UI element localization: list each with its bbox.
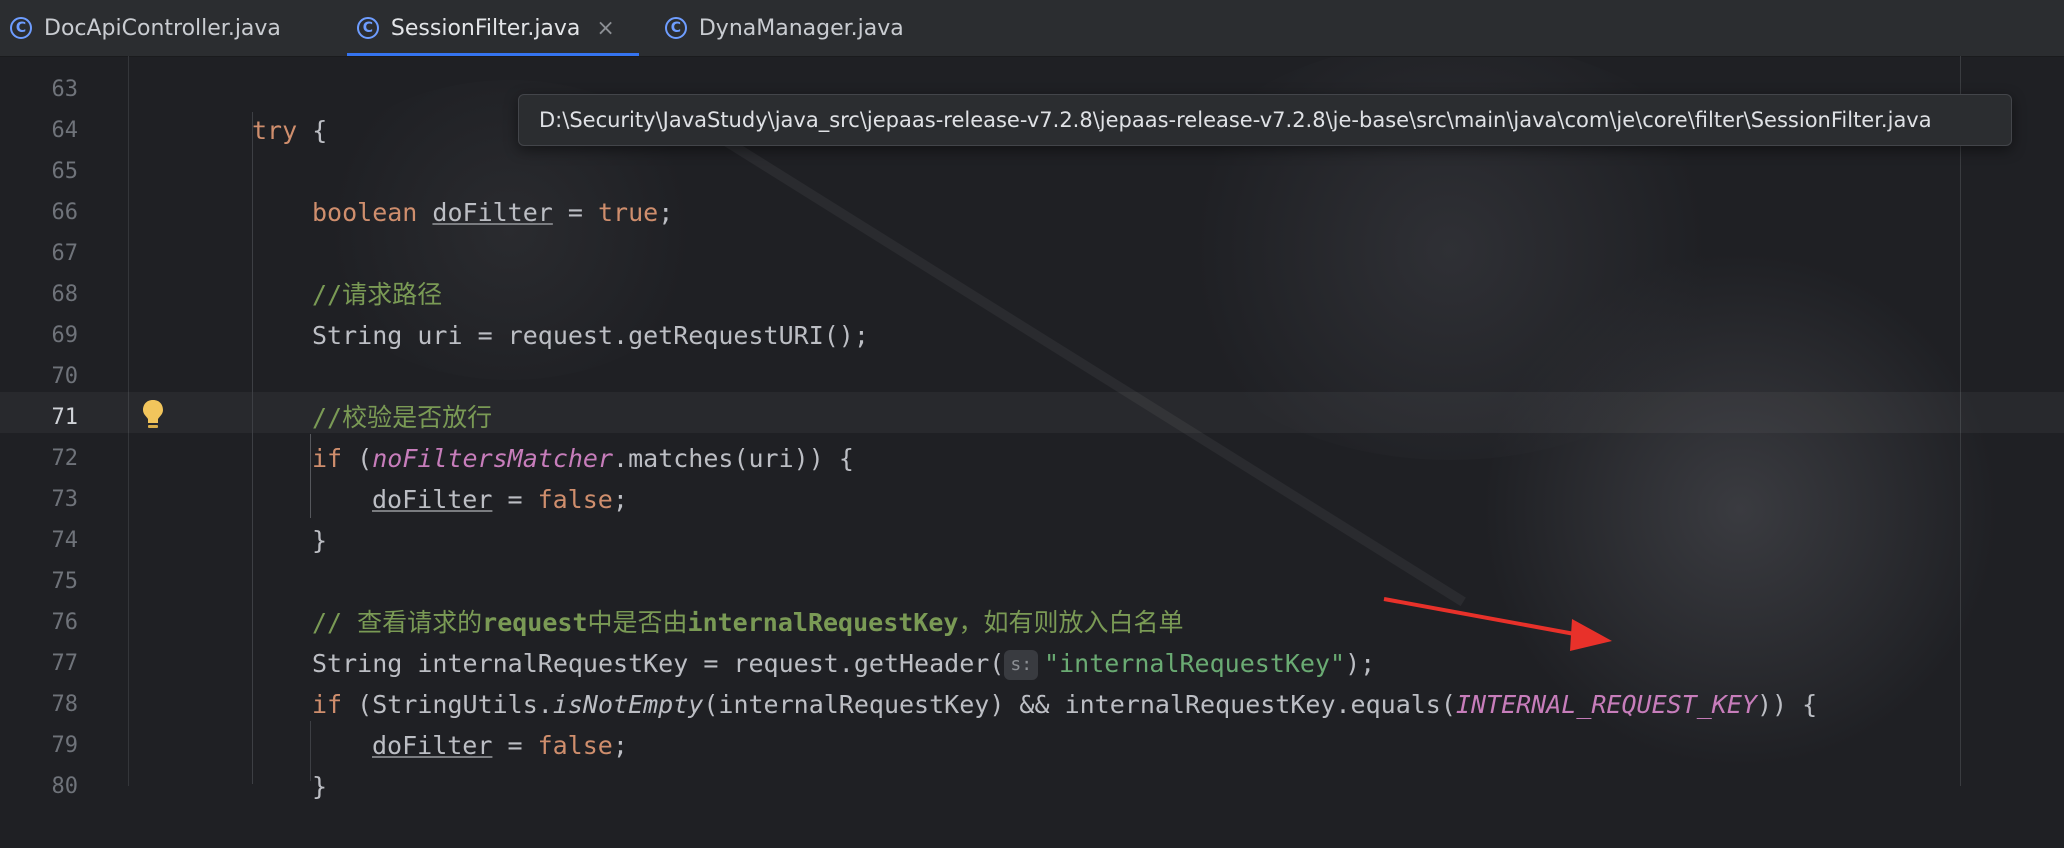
variable-dofilter: doFilter <box>432 198 553 227</box>
code-line-73: } <box>312 526 328 555</box>
code-line-72: doFilter = false; <box>372 485 628 514</box>
code-line-65: boolean doFilter = true; <box>312 198 674 227</box>
code-line-68: String uri = request.getRequestURI(); <box>312 321 869 350</box>
code-line-76: String internalRequestKey = request.getH… <box>312 649 1376 680</box>
code-line-partial <box>0 26 2064 67</box>
tooltip-path-text: D:\Security\JavaStudy\java_src\jepaas-re… <box>539 108 1932 132</box>
file-path-tooltip: D:\Security\JavaStudy\java_src\jepaas-re… <box>518 94 2012 146</box>
code-line-79: } <box>312 772 328 801</box>
annotation-arrow-icon <box>1383 597 1612 651</box>
code-line-78: doFilter = false; <box>372 731 628 760</box>
code-line-77: if (StringUtils.isNotEmpty(internalReque… <box>312 690 1818 719</box>
code-line-75: // 查看请求的request中是否由internalRequestKey，如有… <box>0 561 2064 637</box>
code-editor[interactable]: 63 64 65 66 67 68 69 70 71 72 73 74 75 7… <box>0 56 2064 801</box>
code-line-70: //校验是否放行 <box>0 356 2064 432</box>
code-line-71: if (noFiltersMatcher.matches(uri)) { <box>312 444 854 473</box>
code-line-67: //请求路径 <box>0 233 2064 309</box>
